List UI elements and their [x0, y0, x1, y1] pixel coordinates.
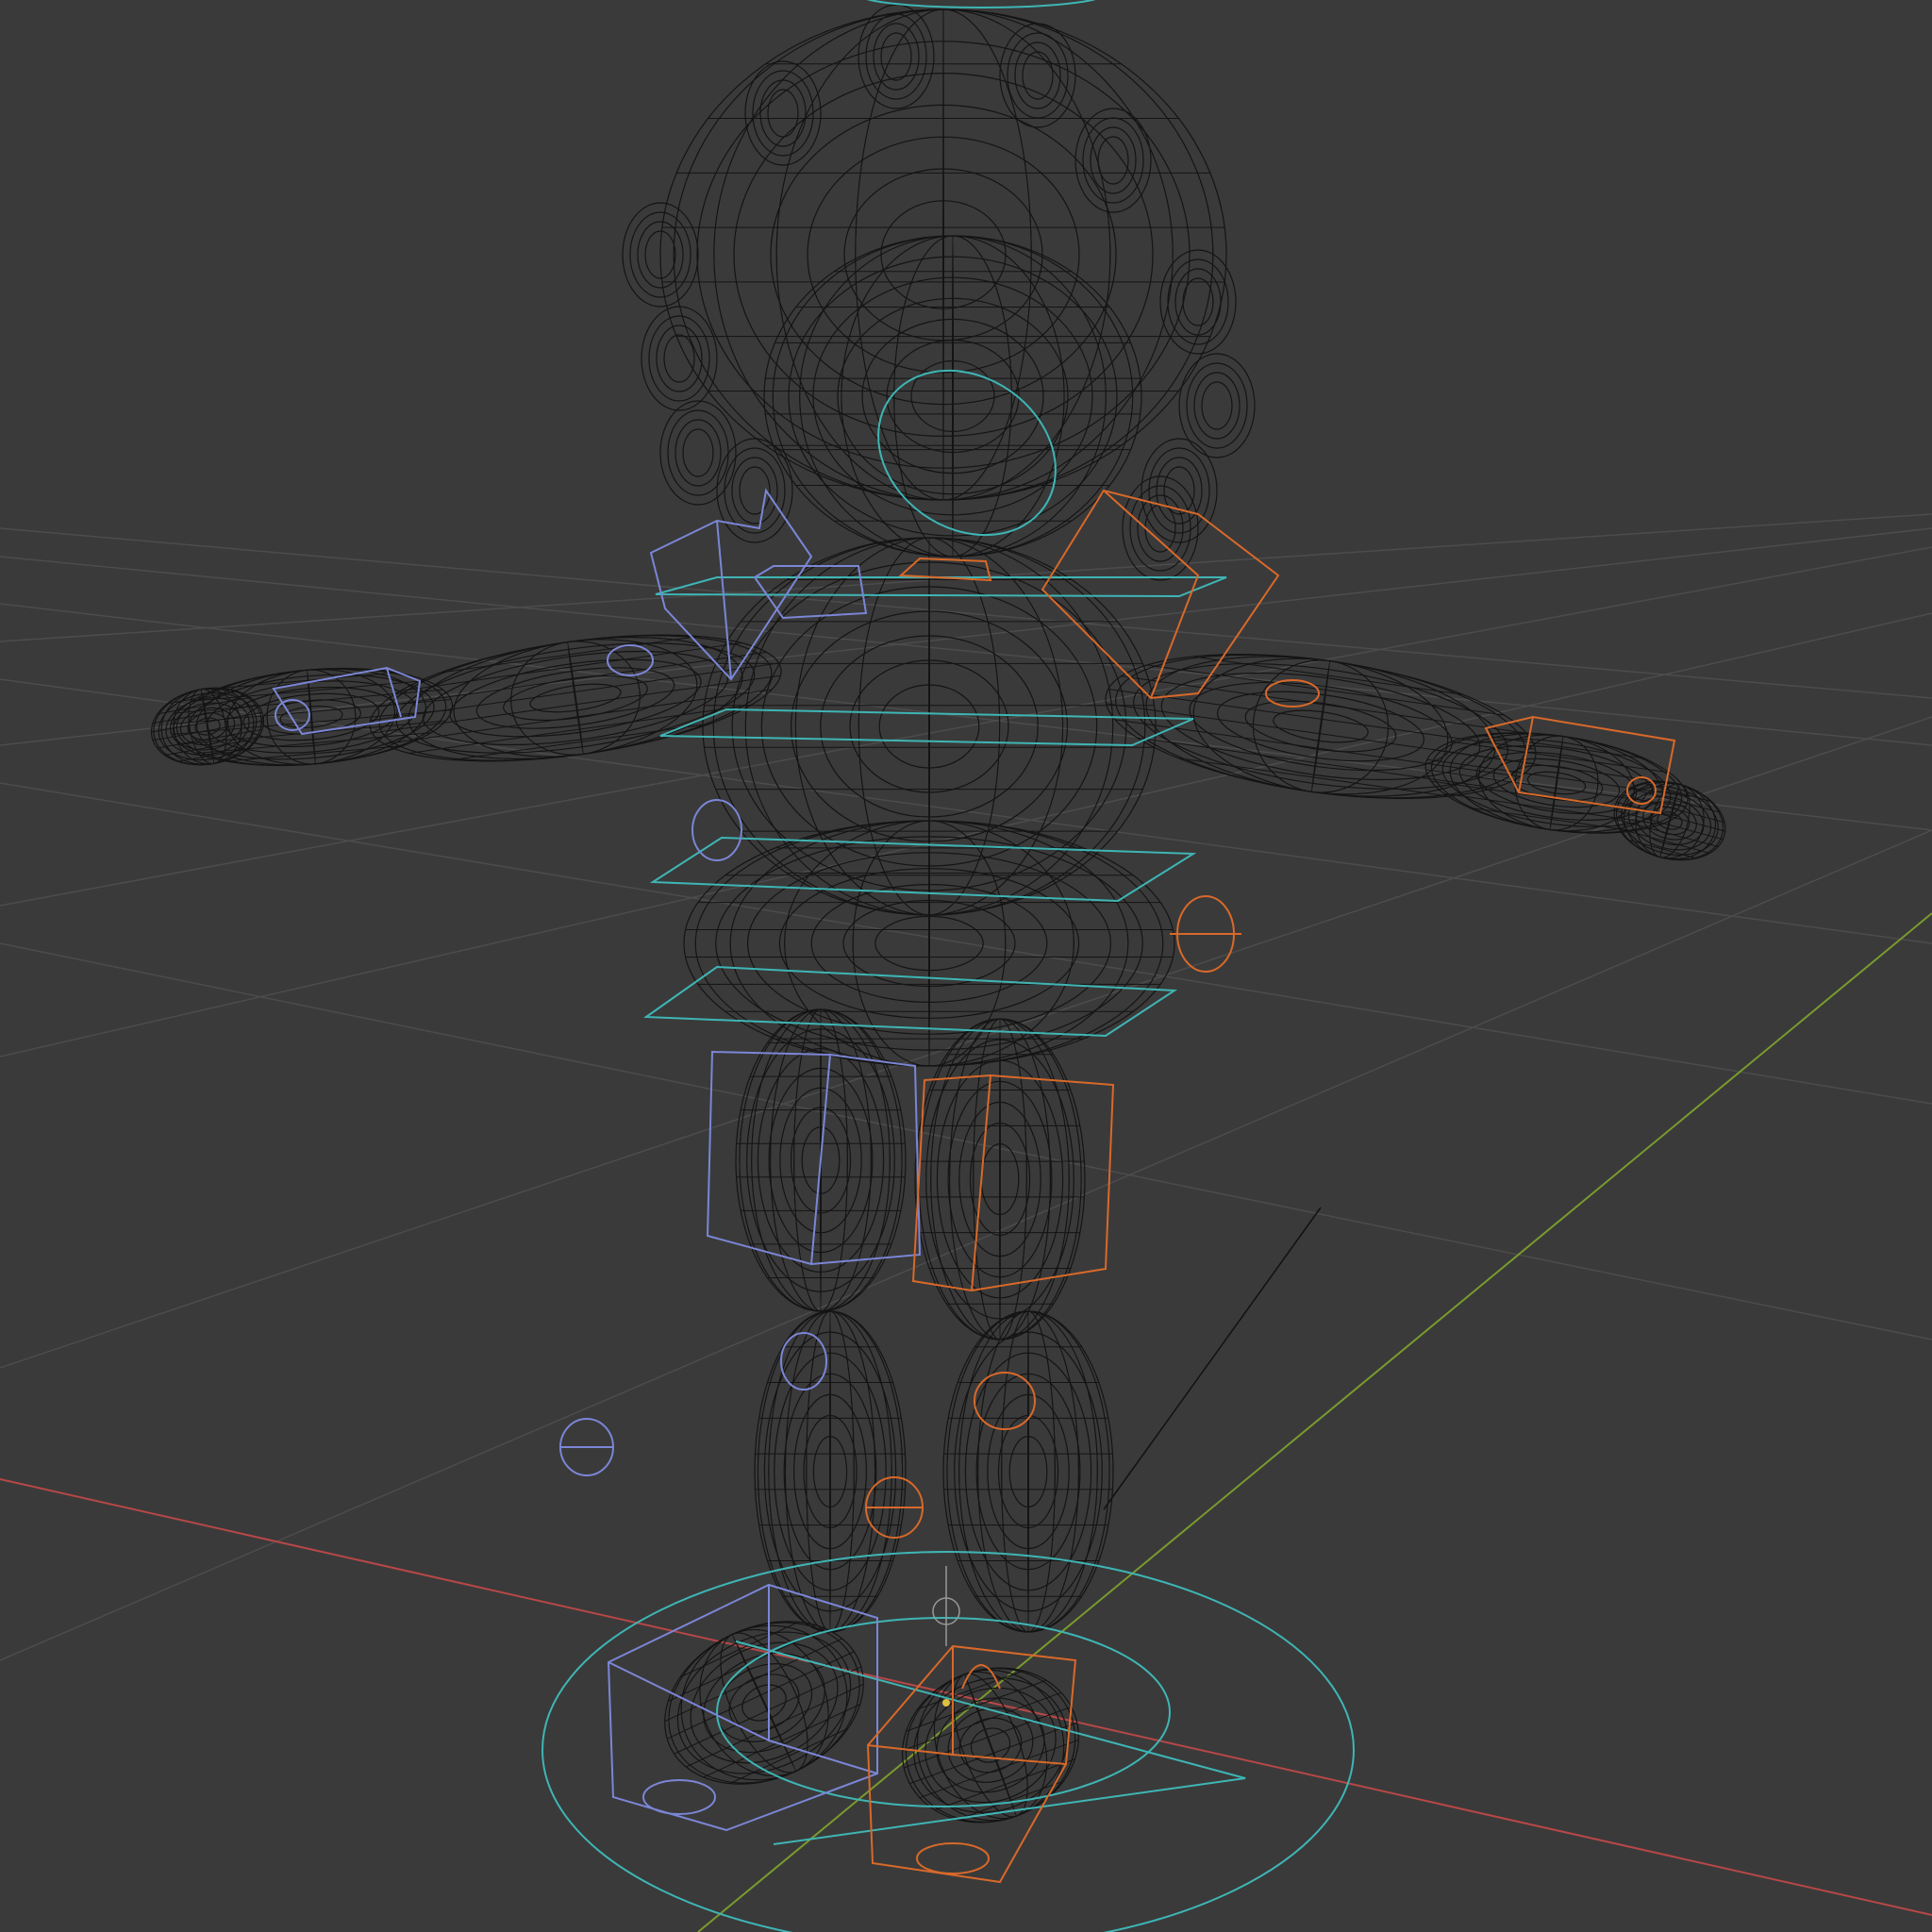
hair-shape-meridian [942, 8, 944, 501]
left-shin-shape-meridian [829, 1310, 831, 1633]
viewport-background [0, 0, 1932, 1932]
viewport-canvas[interactable] [0, 0, 1932, 1932]
cursor-3d-icon [942, 1699, 950, 1707]
head-shape-meridian [952, 235, 954, 558]
right-shin-shape-meridian [1027, 1310, 1029, 1633]
3d-viewport[interactable] [0, 0, 1932, 1932]
right-thigh-shape-meridian [999, 1018, 1001, 1341]
